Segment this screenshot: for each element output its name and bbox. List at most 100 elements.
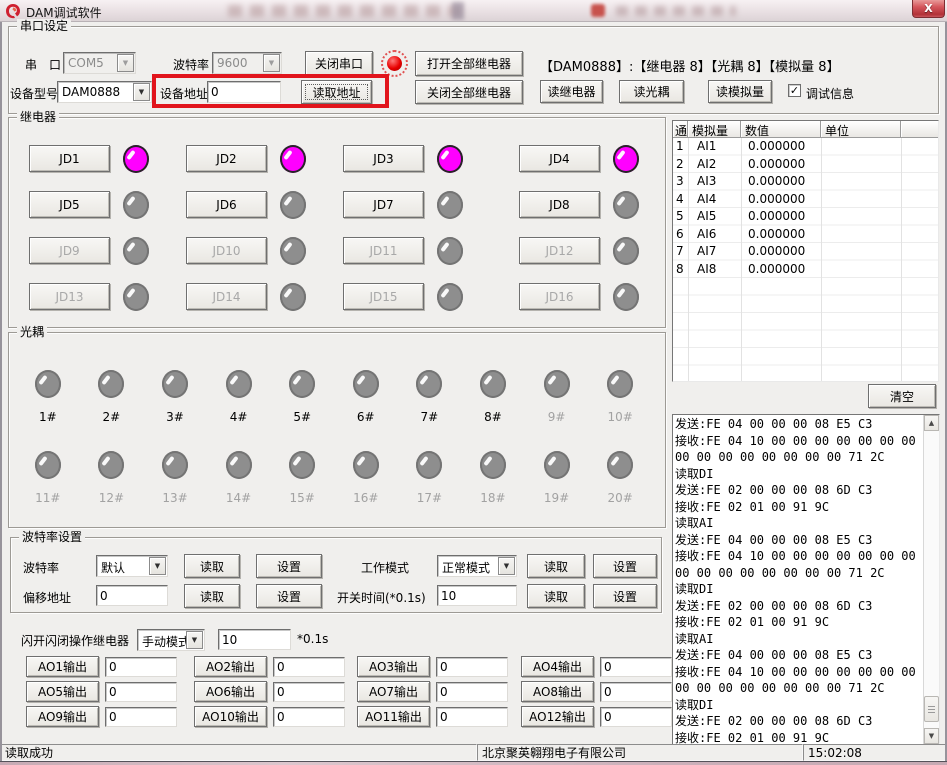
table-row[interactable]: 6 AI6 0.000000 (673, 226, 938, 244)
table-header-cell[interactable] (901, 121, 938, 137)
relay-button[interactable]: JD2 (186, 145, 267, 172)
ao-value-input[interactable] (273, 657, 345, 677)
debug-info-checkbox[interactable]: ✓ (788, 84, 801, 97)
relay-cell: JD16 (519, 283, 665, 310)
table-row[interactable]: 2 AI2 0.000000 (673, 156, 938, 174)
relay-button[interactable]: JD4 (519, 145, 600, 172)
relay-group: 继电器 JD1 JD2 JD3 JD4 JD5 (8, 117, 666, 328)
device-address-input[interactable] (207, 81, 281, 103)
relay-button[interactable]: JD12 (519, 237, 600, 264)
cell-channel: 4 (673, 191, 688, 209)
relay-button[interactable]: JD5 (29, 191, 110, 218)
device-info-text: 【DAM0888】:【继电器 8】【光耦 8】【模拟量 8】 (540, 56, 840, 75)
log-area[interactable]: 发送:FE 04 00 00 00 08 E5 C3接收:FE 04 10 00… (672, 414, 940, 745)
table-header-cell[interactable]: 模拟量 (688, 121, 741, 137)
opto-channel: 2# (80, 370, 144, 424)
switch-time-input[interactable] (437, 585, 517, 606)
ao-output-button[interactable]: AO7输出 (357, 681, 430, 702)
relay-button[interactable]: JD8 (519, 191, 600, 218)
ao-value-input[interactable] (273, 707, 345, 727)
ao-value-input[interactable] (105, 657, 177, 677)
clear-button[interactable]: 清空 (868, 384, 936, 408)
ao-output-button[interactable]: AO5输出 (26, 681, 99, 702)
baud-read-button[interactable]: 读取 (184, 554, 240, 578)
cell-analog-name: AI8 (688, 261, 741, 279)
relay-button[interactable]: JD3 (343, 145, 424, 172)
flash-time-input[interactable] (218, 629, 291, 650)
relay-button[interactable]: JD13 (29, 283, 110, 310)
table-row[interactable]: 8 AI8 0.000000 (673, 261, 938, 279)
relay-button[interactable]: JD11 (343, 237, 424, 264)
model-label: 设备型号 (10, 85, 58, 102)
flash-mode-select[interactable]: 手动模式 ▼ (137, 629, 205, 651)
port-select[interactable]: COM5 ▼ (63, 52, 136, 74)
ao-output-button[interactable]: AO1输出 (26, 656, 99, 677)
close-all-relays-button[interactable]: 关闭全部继电器 (415, 80, 523, 104)
baud-select[interactable]: 9600 ▼ (212, 52, 282, 74)
ao-output-button[interactable]: AO3输出 (357, 656, 430, 677)
read-address-button[interactable]: 读取地址 (301, 80, 372, 104)
relay-button[interactable]: JD16 (519, 283, 600, 310)
close-serial-button[interactable]: 关闭串口 (305, 51, 373, 76)
relay-button[interactable]: JD7 (343, 191, 424, 218)
table-row[interactable]: 1 AI1 0.000000 (673, 138, 938, 156)
read-opto-button[interactable]: 读光耦 (619, 80, 684, 103)
ao-value-input[interactable] (436, 657, 508, 677)
background-blur-artifact (228, 5, 463, 17)
work-mode-select[interactable]: 正常模式 ▼ (437, 555, 517, 577)
ao-value-input[interactable] (600, 707, 672, 727)
offset-read-button[interactable]: 读取 (184, 584, 240, 608)
ao-value-input[interactable] (600, 682, 672, 702)
ao-output-button[interactable]: AO8输出 (521, 681, 594, 702)
relay-button[interactable]: JD1 (29, 145, 110, 172)
table-row[interactable]: 3 AI3 0.000000 (673, 173, 938, 191)
ao-value-input[interactable] (105, 682, 177, 702)
table-header-cell[interactable]: 数值 (741, 121, 821, 137)
baud-set-button[interactable]: 设置 (256, 554, 322, 578)
work-mode-set-button[interactable]: 设置 (593, 554, 657, 578)
scroll-up-arrow-icon[interactable]: ▲ (924, 415, 939, 431)
log-scrollbar[interactable]: ▲ ▼ (923, 415, 939, 744)
table-header-cell[interactable]: 单位 (821, 121, 901, 137)
ao-value-input[interactable] (273, 682, 345, 702)
cell-analog-name: AI6 (688, 226, 741, 244)
ao-value-input[interactable] (105, 707, 177, 727)
ao-output-button[interactable]: AO2输出 (194, 656, 267, 677)
ao-value-input[interactable] (600, 657, 672, 677)
table-row[interactable]: 5 AI5 0.000000 (673, 208, 938, 226)
work-mode-read-button[interactable]: 读取 (527, 554, 585, 578)
opto-channel: 15# (270, 451, 334, 505)
offset-address-input[interactable] (96, 585, 168, 606)
scroll-down-arrow-icon[interactable]: ▼ (924, 728, 939, 744)
switch-time-read-button[interactable]: 读取 (527, 584, 585, 608)
table-row[interactable]: 4 AI4 0.000000 (673, 191, 938, 209)
ao-value-input[interactable] (436, 707, 508, 727)
relay-button[interactable]: JD9 (29, 237, 110, 264)
cell-channel: 6 (673, 226, 688, 244)
ao-output-button[interactable]: AO9输出 (26, 706, 99, 727)
read-relay-button[interactable]: 读继电器 (540, 80, 603, 103)
relay-button[interactable]: JD10 (186, 237, 267, 264)
read-analog-button[interactable]: 读模拟量 (708, 80, 772, 103)
log-line: 读取AI (675, 515, 922, 532)
title-bar[interactable]: DAM调试软件 X (0, 0, 947, 22)
ao-output-button[interactable]: AO11输出 (357, 706, 430, 727)
ao-output-button[interactable]: AO10输出 (194, 706, 267, 727)
relay-button[interactable]: JD14 (186, 283, 267, 310)
baud-setting-select[interactable]: 默认 ▼ (96, 555, 168, 577)
scroll-thumb[interactable] (924, 696, 939, 722)
table-row[interactable]: 7 AI7 0.000000 (673, 243, 938, 261)
ao-output-button[interactable]: AO12输出 (521, 706, 594, 727)
switch-time-set-button[interactable]: 设置 (593, 584, 657, 608)
table-header-cell[interactable]: 通 (673, 121, 688, 137)
offset-set-button[interactable]: 设置 (256, 584, 322, 608)
close-button[interactable]: X (912, 0, 945, 18)
model-select[interactable]: DAM0888 ▼ (57, 81, 152, 103)
ao-output-button[interactable]: AO4输出 (521, 656, 594, 677)
open-all-relays-button[interactable]: 打开全部继电器 (415, 51, 523, 76)
ao-output-button[interactable]: AO6输出 (194, 681, 267, 702)
relay-button[interactable]: JD6 (186, 191, 267, 218)
ao-value-input[interactable] (436, 682, 508, 702)
relay-button[interactable]: JD15 (343, 283, 424, 310)
log-line: 接收:FE 02 01 00 91 9C (675, 730, 922, 745)
